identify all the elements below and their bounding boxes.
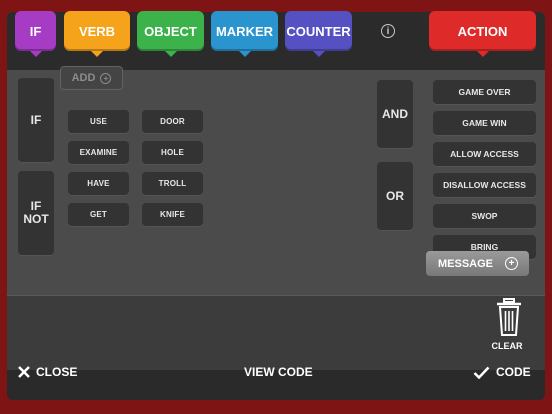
object-knife[interactable]: KNIFE [142, 203, 203, 226]
info-icon[interactable]: i [381, 24, 395, 38]
action-label: GAME WIN [462, 118, 507, 128]
add-button[interactable]: ADD + [60, 66, 123, 90]
close-icon [18, 366, 30, 378]
tab-counter[interactable]: COUNTER [285, 11, 352, 57]
if-block[interactable]: IF [18, 78, 54, 162]
object-label: DOOR [160, 117, 185, 126]
action-label: ALLOW ACCESS [450, 149, 519, 159]
action-swop[interactable]: SWOP [433, 204, 536, 228]
object-hole[interactable]: HOLE [142, 141, 203, 164]
object-troll[interactable]: TROLL [142, 172, 203, 195]
tab-action-label: ACTION [457, 23, 508, 39]
message-button[interactable]: MESSAGE + [426, 251, 529, 276]
code-button[interactable]: CODE [473, 365, 531, 379]
plus-circle-icon: + [505, 257, 518, 270]
object-door[interactable]: DOOR [142, 110, 203, 133]
verb-get[interactable]: GET [68, 203, 129, 226]
action-label: DISALLOW ACCESS [443, 180, 526, 190]
tab-action[interactable]: ACTION [429, 11, 536, 57]
tab-counter-label: COUNTER [286, 23, 351, 39]
verb-label: GET [89, 210, 108, 219]
action-allow-access[interactable]: ALLOW ACCESS [433, 142, 536, 166]
message-label: MESSAGE [438, 257, 494, 270]
object-label: KNIFE [160, 210, 185, 219]
tab-marker[interactable]: MARKER [211, 11, 278, 57]
tab-object-label: OBJECT [144, 23, 197, 39]
action-disallow-access[interactable]: DISALLOW ACCESS [433, 173, 536, 197]
verb-label: USE [89, 117, 108, 126]
trash-icon[interactable] [495, 298, 523, 338]
object-label: HOLE [160, 148, 185, 157]
object-label: TROLL [158, 179, 187, 188]
tab-verb-label: VERB [78, 23, 116, 39]
or-block[interactable]: OR [377, 162, 413, 230]
verb-label: HAVE [87, 179, 110, 188]
and-block[interactable]: AND [377, 80, 413, 148]
rule-output-area [7, 295, 545, 370]
checkmark-icon [473, 366, 490, 379]
if-block-label: IF [30, 113, 42, 127]
verb-have[interactable]: HAVE [68, 172, 129, 195]
clear-label[interactable]: CLEAR [487, 341, 527, 351]
plus-circle-icon: + [100, 72, 112, 84]
action-label: GAME OVER [458, 87, 511, 97]
tab-if[interactable]: IF [15, 11, 56, 57]
close-label: CLOSE [36, 365, 78, 379]
verb-examine[interactable]: EXAMINE [68, 141, 129, 164]
tab-verb[interactable]: VERB [64, 11, 130, 57]
view-code-label: VIEW CODE [244, 365, 313, 379]
code-label: CODE [496, 365, 531, 379]
action-game-over[interactable]: GAME OVER [433, 80, 536, 104]
tab-marker-label: MARKER [215, 23, 274, 39]
close-button[interactable]: CLOSE [18, 365, 77, 379]
or-label: OR [386, 189, 404, 203]
and-label: AND [382, 107, 408, 121]
verb-use[interactable]: USE [68, 110, 129, 133]
tab-if-label: IF [29, 23, 42, 39]
verb-label: EXAMINE [79, 148, 118, 157]
action-game-win[interactable]: GAME WIN [433, 111, 536, 135]
tab-object[interactable]: OBJECT [137, 11, 204, 57]
if-not-line2: NOT [23, 212, 49, 226]
if-not-block[interactable]: IF NOT [18, 171, 54, 255]
add-label: ADD [71, 72, 96, 84]
view-code-button[interactable]: VIEW CODE [244, 365, 313, 379]
action-label: SWOP [471, 211, 498, 221]
